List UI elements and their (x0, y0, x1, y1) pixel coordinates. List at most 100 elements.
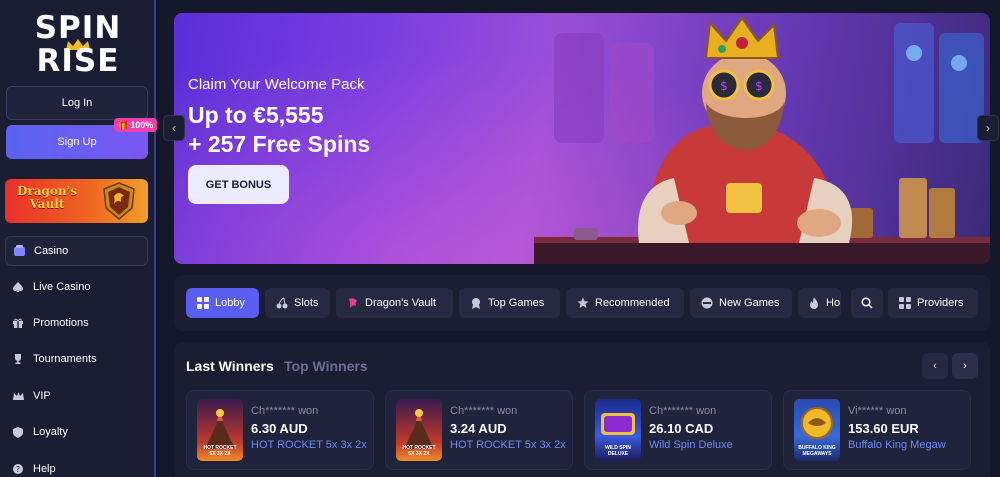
game-thumbnail: BUFFALO KING MEGAWAYS (794, 399, 840, 461)
winner-game-link[interactable]: HOT ROCKET 5x 3x 2x (251, 439, 371, 451)
crown-icon (11, 389, 25, 403)
dragons-vault-promo[interactable]: Dragon's Vault (5, 179, 148, 223)
sidebar-item-loyalty[interactable]: Loyalty (5, 417, 148, 447)
game-thumbnail: WILD SPIN DELUXE (595, 399, 641, 461)
chevron-right-icon: › (986, 121, 990, 135)
winner-game-link[interactable]: Buffalo King Megaw (848, 439, 968, 451)
get-bonus-button[interactable]: GET BONUS (188, 165, 289, 204)
tab-dragons-vault[interactable]: Dragon's Vault (336, 288, 453, 318)
sidebar-item-label: Live Casino (33, 281, 91, 293)
hero-prev-button[interactable]: ‹ (163, 115, 185, 141)
tab-new-games[interactable]: New Games (690, 288, 792, 318)
winner-amount: 6.30 AUD (251, 421, 308, 436)
sidebar-item-casino[interactable]: Casino (5, 236, 148, 266)
game-thumbnail: HOT ROCKET 5X 3X 2X (197, 399, 243, 461)
thumb-label: BUFFALO KING MEGAWAYS (798, 445, 836, 457)
hero-title: Up to €5,555 + 257 Free Spins (188, 101, 448, 159)
sidebar-item-label: Tournaments (33, 353, 97, 365)
sidebar-item-live-casino[interactable]: Live Casino (5, 272, 148, 302)
medal-icon (469, 297, 482, 310)
winners-prev-button[interactable]: ‹ (922, 353, 948, 379)
svg-text:$: $ (755, 79, 763, 93)
sidebar-item-label: VIP (33, 390, 51, 402)
winners-panel: Last Winners Top Winners ‹ › HOT ROCKET … (174, 342, 990, 477)
dragon-icon (346, 297, 359, 310)
chevron-left-icon: ‹ (172, 121, 176, 135)
gift-icon (11, 316, 25, 330)
thumb-label: HOT ROCKET 5X 3X 2X (203, 445, 237, 457)
sidebar-item-promotions[interactable]: Promotions (5, 308, 148, 338)
category-bar: Lobby Slots Dragon's Vault Top Games Rec… (174, 275, 990, 331)
tab-label: Recommended (595, 297, 670, 309)
hero-banner[interactable]: $ $ Claim Your Welcome Pack Up to €5,555… (174, 13, 990, 264)
sidebar-item-help[interactable]: ? Help (5, 454, 148, 477)
winner-name: Ch******* won (649, 405, 717, 417)
shield-icon (11, 425, 25, 439)
winner-amount: 26.10 CAD (649, 421, 714, 436)
thumb-label: HOT ROCKET 5X 3X 2X (402, 445, 436, 457)
tab-label: Ho (826, 297, 841, 309)
search-icon (861, 297, 873, 309)
winner-name: Ch******* won (251, 405, 319, 417)
grid-icon (196, 297, 209, 310)
winner-game-link[interactable]: HOT ROCKET 5x 3x 2x (450, 439, 570, 451)
sidebar: SPIN RISE Log In Sign Up 🎁 100% Dragon's… (0, 0, 158, 477)
fire-icon (808, 297, 820, 310)
hero-king-illustration: $ $ (534, 16, 990, 264)
winner-name: Ch******* won (450, 405, 518, 417)
login-button[interactable]: Log In (6, 86, 148, 120)
trophy-icon (11, 352, 25, 366)
search-button[interactable] (851, 288, 883, 318)
grid-icon (898, 297, 911, 310)
cherry-icon (275, 297, 288, 310)
hero-next-button[interactable]: › (977, 115, 999, 141)
signup-badge-text: 100% (130, 120, 154, 130)
winners-next-button[interactable]: › (952, 353, 978, 379)
chevron-right-icon: › (963, 360, 967, 372)
tab-label: Top Games (488, 297, 545, 309)
winner-card[interactable]: HOT ROCKET 5X 3X 2X Ch******* won 6.30 A… (186, 390, 374, 470)
gift-icon: 🎁 (118, 119, 130, 130)
hero-title-line2: + 257 Free Spins (188, 131, 371, 157)
brand-logo[interactable]: SPIN RISE (22, 12, 134, 78)
hero-subtitle: Claim Your Welcome Pack (188, 76, 365, 93)
tab-slots[interactable]: Slots (265, 288, 330, 318)
winner-amount: 3.24 AUD (450, 421, 507, 436)
new-icon (700, 297, 713, 310)
thumb-label: WILD SPIN DELUXE (605, 445, 631, 457)
sidebar-item-vip[interactable]: VIP (5, 381, 148, 411)
svg-text:$: $ (720, 79, 728, 93)
sidebar-item-label: Casino (34, 245, 69, 257)
sidebar-item-label: Help (33, 463, 56, 475)
sidebar-item-label: Loyalty (33, 426, 68, 438)
game-thumbnail: HOT ROCKET 5X 3X 2X (396, 399, 442, 461)
winner-card[interactable]: BUFFALO KING MEGAWAYS Vi****** won 153.6… (783, 390, 971, 470)
tab-label: Slots (294, 297, 319, 309)
sidebar-item-label: Promotions (33, 317, 89, 329)
help-icon: ? (11, 462, 25, 476)
winner-card[interactable]: WILD SPIN DELUXE Ch******* won 26.10 CAD… (584, 390, 772, 470)
hero-title-line1: Up to €5,555 (188, 102, 324, 128)
tab-hot[interactable]: Ho (798, 288, 841, 318)
logo-text-bottom: RISE (36, 43, 120, 79)
dragon-emblem-icon (103, 182, 135, 220)
winner-card[interactable]: HOT ROCKET 5X 3X 2X Ch******* won 3.24 A… (385, 390, 573, 470)
chevron-left-icon: ‹ (933, 360, 937, 372)
casino-icon (12, 244, 26, 258)
tab-lobby[interactable]: Lobby (186, 288, 259, 318)
spade-icon (11, 280, 25, 294)
tab-last-winners[interactable]: Last Winners (186, 358, 274, 374)
sidebar-item-tournaments[interactable]: Tournaments (5, 344, 148, 374)
winner-name: Vi****** won (848, 405, 907, 417)
providers-button[interactable]: Providers (888, 288, 978, 318)
star-icon (576, 297, 589, 310)
tab-top-winners[interactable]: Top Winners (284, 358, 368, 374)
tab-recommended[interactable]: Recommended (566, 288, 684, 318)
winner-game-link[interactable]: Wild Spin Deluxe (649, 439, 769, 451)
svg-text:?: ? (16, 465, 20, 474)
tab-label: Providers (917, 297, 964, 309)
promo-label: Dragon's Vault (16, 184, 78, 211)
winner-amount: 153.60 EUR (848, 421, 919, 436)
tab-label: Lobby (215, 297, 245, 309)
tab-top-games[interactable]: Top Games (459, 288, 560, 318)
